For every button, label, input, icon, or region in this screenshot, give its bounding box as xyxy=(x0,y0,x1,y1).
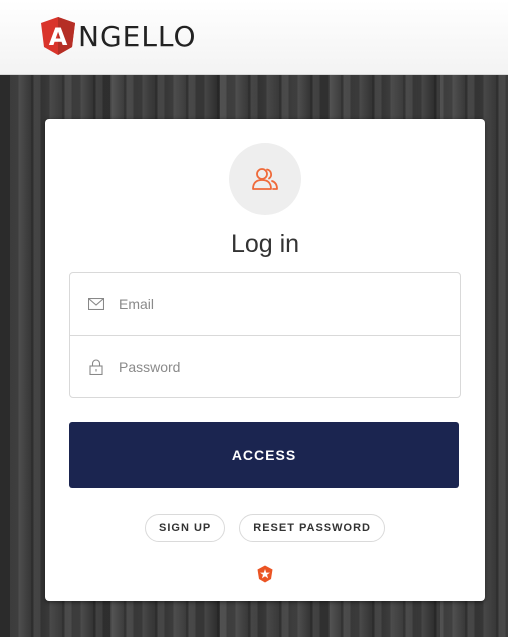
avatar xyxy=(229,143,301,215)
mail-icon xyxy=(87,295,105,313)
password-input[interactable] xyxy=(117,358,421,376)
password-field-row xyxy=(70,335,460,398)
email-input[interactable] xyxy=(117,295,421,313)
email-field-row xyxy=(70,273,460,335)
login-title: Log in xyxy=(230,230,300,258)
secondary-actions: SIGN UP RESET PASSWORD xyxy=(45,514,485,542)
access-button[interactable]: ACCESS xyxy=(69,422,459,488)
angular-shield-icon: A xyxy=(41,17,75,55)
lock-icon xyxy=(87,358,105,376)
logo-letter: A xyxy=(49,23,68,51)
users-icon xyxy=(252,168,278,190)
background-edge xyxy=(0,75,10,637)
sign-up-button[interactable]: SIGN UP xyxy=(145,514,226,542)
reset-password-button[interactable]: RESET PASSWORD xyxy=(239,514,385,542)
app-header: A NGELLO xyxy=(0,0,508,75)
auth0-badge-icon[interactable] xyxy=(256,565,274,583)
login-card: Log in ACCESS SIGN UP RES xyxy=(45,119,485,601)
login-fields xyxy=(69,272,461,398)
brand-name: NGELLO xyxy=(78,19,197,53)
brand-logo[interactable]: A NGELLO xyxy=(40,16,197,56)
